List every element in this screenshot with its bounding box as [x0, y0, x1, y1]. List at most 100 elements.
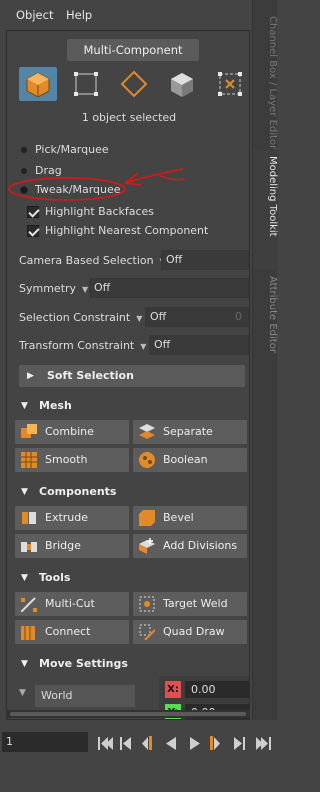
checkbox-box: [27, 206, 39, 218]
camera-based-selection-field[interactable]: Off: [161, 250, 249, 270]
menu-object[interactable]: Object: [16, 8, 53, 22]
transform-constraint-label[interactable]: Transform Constraint ▼: [19, 339, 146, 352]
step-forward-key-icon: [234, 737, 245, 750]
radio-label: Pick/Marquee: [35, 143, 109, 156]
tab-attribute-editor[interactable]: Attribute Editor: [253, 270, 278, 380]
playback-controls: [98, 736, 271, 750]
bridge-icon: [21, 542, 37, 552]
go-to-end-icon: [256, 737, 271, 750]
tab-modeling-toolkit[interactable]: Modeling Toolkit: [253, 150, 278, 270]
section-move-settings[interactable]: ▼ Move Settings: [13, 653, 245, 675]
step-back-frame-icon: [166, 737, 176, 750]
button-label: Boolean: [163, 453, 208, 466]
menu-bar: Object Help: [0, 0, 277, 30]
side-tab-faded: Channel Box / Layer Editor: [267, 16, 278, 150]
dropdown-arrow-icon: ▼: [136, 314, 143, 323]
horizontal-scrollbar[interactable]: [6, 710, 250, 718]
target-weld-button[interactable]: Target Weld: [133, 592, 247, 616]
play-forward-icon: [190, 737, 200, 750]
multi-component-button[interactable]: Multi-Component: [67, 39, 199, 61]
extrude-button[interactable]: Extrude: [15, 506, 129, 530]
smooth-button[interactable]: Smooth: [15, 448, 129, 472]
selection-mode-bar: [19, 67, 249, 105]
annotation-circle-arrow: [8, 168, 186, 201]
object-mode-icon[interactable]: [19, 67, 57, 101]
move-space-dropdown[interactable]: World: [35, 685, 135, 707]
button-label: Extrude: [45, 511, 89, 524]
checkbox-highlight-nearest[interactable]: Highlight Nearest Component: [27, 224, 208, 237]
connect-button[interactable]: Connect: [15, 620, 129, 644]
current-frame-field[interactable]: 1: [2, 732, 88, 752]
multi-cut-button[interactable]: Multi-Cut: [15, 592, 129, 616]
next-key-icon: [210, 736, 220, 750]
quad-draw-icon: [139, 624, 155, 640]
section-mesh[interactable]: ▼ Mesh: [13, 395, 245, 417]
expand-arrow-icon: ▶: [27, 371, 34, 381]
bevel-icon: [139, 510, 155, 526]
prev-key-icon: [142, 736, 152, 750]
playback-bar: 1: [0, 720, 277, 792]
separate-button[interactable]: Separate: [133, 420, 247, 444]
selection-status: 1 object selected: [81, 111, 177, 124]
add-divisions-button[interactable]: Add Divisions: [133, 534, 247, 558]
multi-cut-icon: [21, 597, 37, 612]
section-soft-selection[interactable]: ▶ Soft Selection: [19, 365, 245, 387]
collapse-arrow-icon: ▼: [21, 573, 28, 583]
vertex-mode-icon[interactable]: [67, 67, 105, 101]
go-to-start-icon: [98, 737, 113, 750]
move-space-arrow-icon: ▼: [19, 688, 26, 698]
section-tools[interactable]: ▼ Tools: [13, 567, 245, 589]
selection-constraint-field[interactable]: Off 0: [145, 307, 249, 327]
scrollbar-thumb[interactable]: [10, 712, 246, 716]
button-label: Bridge: [45, 539, 81, 552]
face-mode-icon[interactable]: [163, 67, 201, 101]
symmetry-field[interactable]: Off: [89, 278, 249, 298]
button-label: Bevel: [163, 511, 194, 524]
bevel-button[interactable]: Bevel: [133, 506, 247, 530]
collapse-arrow-icon: ▼: [21, 659, 28, 669]
section-label: Components: [39, 485, 117, 498]
separate-icon: [139, 424, 155, 439]
checkbox-label: Highlight Nearest Component: [45, 224, 209, 237]
transform-constraint-field[interactable]: Off: [149, 335, 249, 355]
menu-help[interactable]: Help: [66, 8, 92, 22]
combine-icon: [21, 424, 37, 438]
boolean-button[interactable]: Boolean: [133, 448, 247, 472]
combine-button[interactable]: Combine: [15, 420, 129, 444]
camera-based-selection-label[interactable]: Camera Based Selection▼: [19, 254, 166, 267]
dropdown-arrow-icon: ▼: [82, 285, 89, 294]
connect-icon: [21, 626, 35, 640]
button-label: Multi-Cut: [45, 597, 95, 610]
button-label: Smooth: [45, 453, 88, 466]
smooth-icon: [21, 452, 37, 468]
section-label: Move Settings: [39, 657, 128, 670]
modeling-toolkit-panel: Multi-Component 1 object selected Pick/M…: [6, 30, 250, 720]
quad-draw-button[interactable]: Quad Draw: [133, 620, 247, 644]
add-divisions-icon: [139, 538, 155, 554]
axis-x-label: X:: [165, 681, 181, 698]
axis-x-field[interactable]: 0.00: [185, 681, 249, 698]
button-label: Quad Draw: [163, 625, 225, 638]
bridge-button[interactable]: Bridge: [15, 534, 129, 558]
radio-pick-marquee[interactable]: Pick/Marquee: [21, 143, 109, 156]
dropdown-arrow-icon: ▼: [140, 342, 147, 351]
section-label: Soft Selection: [47, 369, 134, 382]
edge-mode-icon[interactable]: [115, 67, 153, 101]
side-tab-strip: Channel Box / Layer Editor Modeling Tool…: [252, 0, 278, 720]
selection-constraint-label[interactable]: Selection Constraint ▼: [19, 311, 142, 324]
section-label: Tools: [39, 571, 71, 584]
button-label: Target Weld: [163, 597, 228, 610]
uv-mode-icon[interactable]: [211, 67, 249, 101]
collapse-arrow-icon: ▼: [21, 487, 28, 497]
symmetry-label[interactable]: Symmetry ▼: [19, 282, 88, 295]
radio-dot: [21, 147, 27, 153]
button-label: Connect: [45, 625, 91, 638]
checkbox-highlight-backfaces[interactable]: Highlight Backfaces: [27, 205, 154, 218]
option-label: Camera Based Selection: [19, 254, 154, 267]
collapse-arrow-icon: ▼: [21, 401, 28, 411]
section-label: Mesh: [39, 399, 72, 412]
section-components[interactable]: ▼ Components: [13, 481, 245, 503]
checkbox-label: Highlight Backfaces: [45, 205, 155, 218]
option-label: Symmetry: [19, 282, 77, 295]
extrude-icon: [22, 512, 36, 524]
